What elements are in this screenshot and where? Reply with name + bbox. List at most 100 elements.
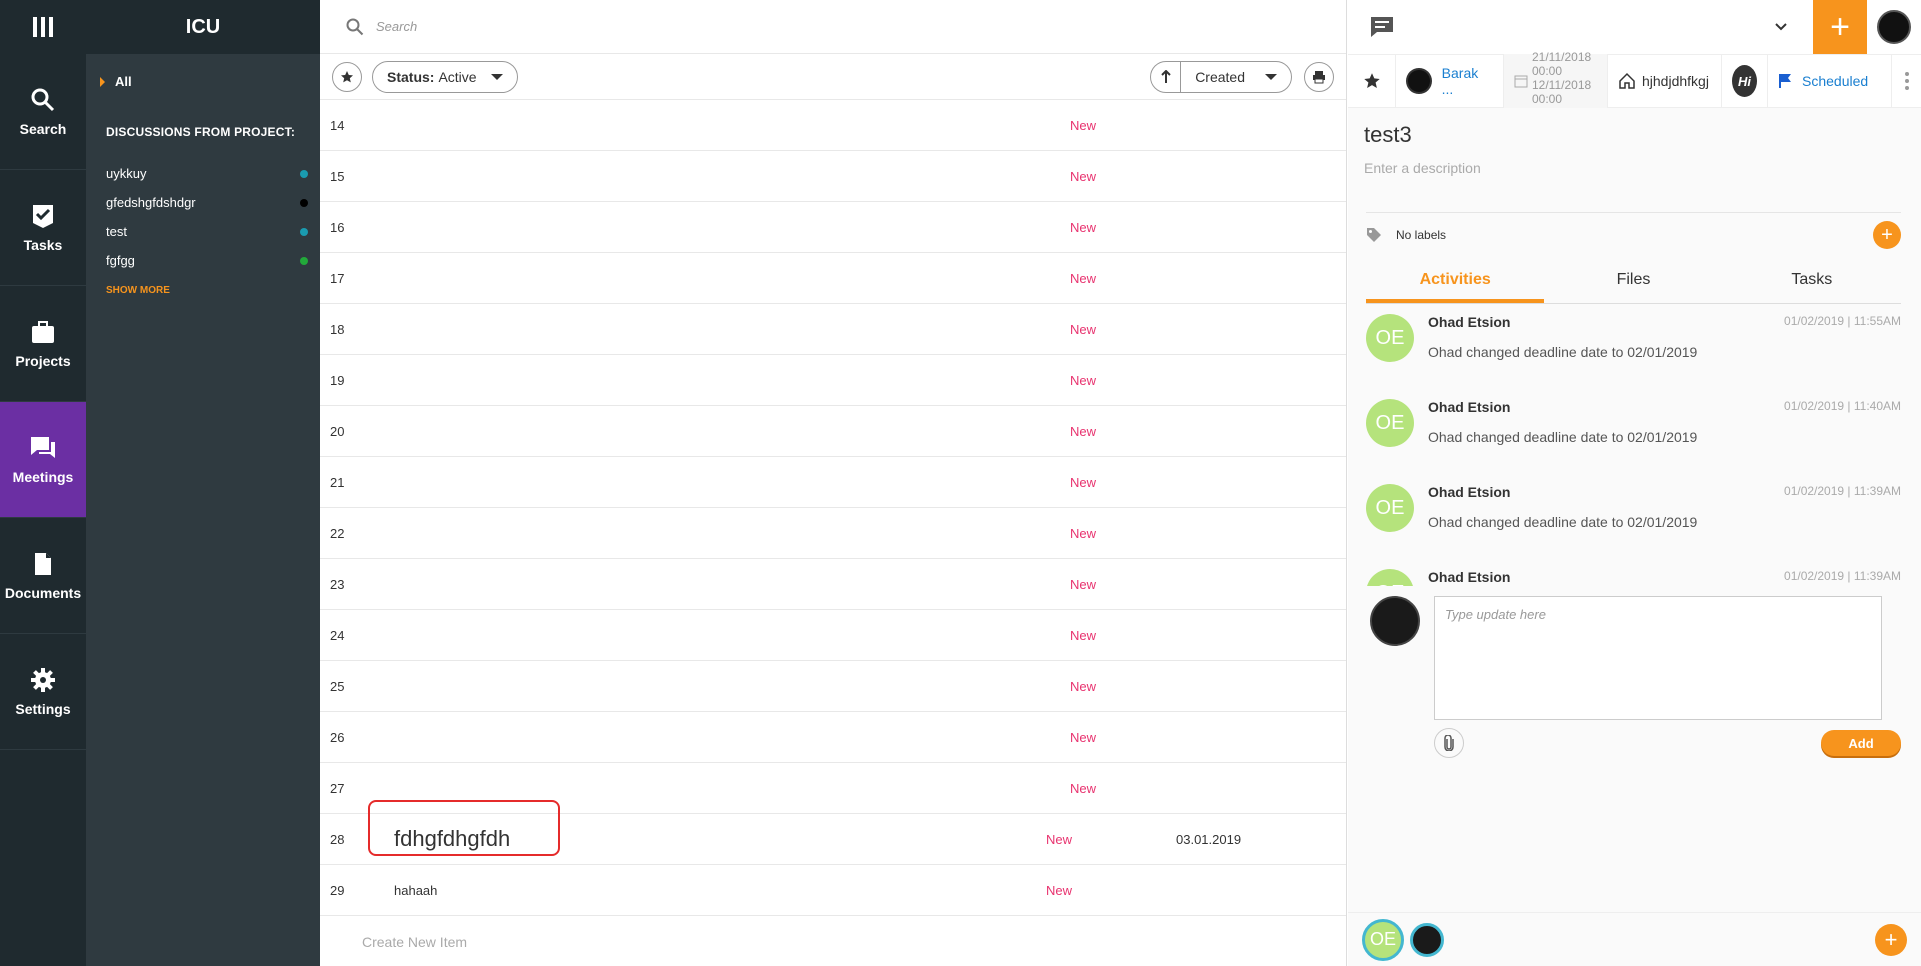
activity-time: 01/02/2019 | 11:40AM <box>1784 399 1901 413</box>
status-selector[interactable]: Scheduled <box>1768 54 1878 108</box>
table-row[interactable]: 15 New <box>320 151 1346 202</box>
table-row[interactable]: 14 New <box>320 100 1346 151</box>
activity-time: 01/02/2019 | 11:39AM <box>1784 569 1901 583</box>
row-status[interactable]: New <box>1070 118 1200 133</box>
room-badge[interactable]: Hi <box>1722 54 1768 108</box>
participant-avatar[interactable]: OE <box>1362 918 1404 961</box>
status-filter-dropdown[interactable]: Status: Active <box>372 60 518 93</box>
add-update-button[interactable]: Add <box>1821 730 1901 756</box>
table-row[interactable]: 16 New <box>320 202 1346 253</box>
row-number: 18 <box>330 321 345 337</box>
row-status[interactable]: New <box>1070 424 1200 439</box>
sort-direction-button[interactable] <box>1151 61 1182 92</box>
discussion-title[interactable]: test3 <box>1348 108 1921 148</box>
tag-icon <box>1367 228 1381 242</box>
project-item[interactable]: uykkuy <box>86 159 320 188</box>
start-time: 00:00 <box>1532 64 1563 78</box>
nav-meetings[interactable]: Meetings <box>0 402 86 518</box>
table-row-selected[interactable]: 28 fdhgfdhgfdh New 03.01.2019 <box>320 800 1346 865</box>
star-filter-button[interactable] <box>332 61 362 92</box>
more-options-button[interactable] <box>1891 54 1921 108</box>
row-status[interactable]: New <box>1070 169 1200 184</box>
project-name: hjhdjdhfkgj <box>1642 73 1709 89</box>
date-range[interactable]: 21/11/2018 00:00 12/11/2018 00:00 <box>1504 51 1608 108</box>
row-number: 15 <box>330 168 345 184</box>
project-item[interactable]: test <box>86 217 320 246</box>
avatar[interactable] <box>1877 10 1911 44</box>
nav-label: Search <box>19 120 67 137</box>
nav-settings[interactable]: Settings <box>0 634 86 750</box>
table-row[interactable]: 19 New <box>320 355 1346 406</box>
print-button[interactable] <box>1304 61 1334 92</box>
assignee-name: Barak ... <box>1441 65 1479 97</box>
nav-documents[interactable]: Documents <box>0 518 86 634</box>
filter-all[interactable]: All <box>86 54 320 89</box>
nav-label: Documents <box>4 584 82 601</box>
search-bar[interactable]: Search <box>320 0 1346 54</box>
row-status[interactable]: New <box>1070 526 1200 541</box>
search-input[interactable]: Search <box>376 19 417 34</box>
row-status[interactable]: New <box>1070 730 1200 745</box>
chat-bubble-icon[interactable] <box>1370 16 1394 38</box>
star-button[interactable] <box>1348 54 1396 108</box>
menu-button[interactable] <box>0 0 86 54</box>
row-status[interactable]: New <box>1070 475 1200 490</box>
add-label-button[interactable]: + <box>1873 221 1901 249</box>
update-textarea[interactable]: Type update here <box>1434 596 1882 720</box>
project-item[interactable]: gfedshgfdshdgr <box>86 188 320 217</box>
nav-search[interactable]: Search <box>0 54 86 170</box>
table-row[interactable]: 22 New <box>320 508 1346 559</box>
participant-avatar[interactable] <box>1410 922 1444 957</box>
row-number: 22 <box>330 525 345 541</box>
row-status[interactable]: New <box>1070 679 1200 694</box>
activity-feed[interactable]: OE Ohad Etsion 01/02/2019 | 11:55AM Ohad c… <box>1366 304 1901 586</box>
row-status[interactable]: New <box>1070 373 1200 388</box>
table-row[interactable]: 29 hahaah New <box>320 865 1346 916</box>
row-status[interactable]: New <box>1070 628 1200 643</box>
row-status[interactable]: New <box>1070 271 1200 286</box>
table-row[interactable]: 20 New <box>320 406 1346 457</box>
project-selector[interactable]: hjhdjdhfkgj <box>1608 54 1722 108</box>
nav-projects[interactable]: Projects <box>0 286 86 402</box>
table-row[interactable]: 26 New <box>320 712 1346 763</box>
description-input[interactable]: Enter a description <box>1348 148 1921 176</box>
list-toolbar: Status: Active Created <box>320 54 1346 100</box>
row-status[interactable]: New <box>1070 220 1200 235</box>
table-row[interactable]: 17 New <box>320 253 1346 304</box>
tab-files[interactable]: Files <box>1544 263 1722 303</box>
row-number: 25 <box>330 678 345 694</box>
table-row[interactable]: 21 New <box>320 457 1346 508</box>
row-status[interactable]: New <box>1070 577 1200 592</box>
check-icon <box>33 204 53 228</box>
plus-icon: + <box>1830 7 1850 46</box>
tab-tasks[interactable]: Tasks <box>1723 263 1901 303</box>
activity-item: OE Ohad Etsion 01/02/2019 | 11:40AM Ohad c… <box>1366 389 1901 474</box>
labels-text: No labels <box>1396 228 1447 242</box>
row-title-wrap[interactable]: fdhgfdhgfdh <box>368 800 1070 856</box>
detail-meta-bar: Barak ... 21/11/2018 00:00 12/11/2018 00… <box>1348 51 1921 108</box>
row-status[interactable]: New <box>1070 322 1200 337</box>
tab-activities[interactable]: Activities <box>1366 263 1545 303</box>
nav-tasks[interactable]: Tasks <box>0 170 86 286</box>
assignee-selector[interactable]: Barak ... <box>1396 54 1504 108</box>
table-row[interactable]: 18 New <box>320 304 1346 355</box>
row-title[interactable]: hahaah <box>370 883 1070 898</box>
table-row[interactable]: 23 New <box>320 559 1346 610</box>
activity-author: Ohad Etsion <box>1428 569 1511 585</box>
show-more-link[interactable]: SHOW MORE <box>86 275 320 296</box>
create-new-item[interactable]: Create New Item <box>320 916 1346 966</box>
chevron-down-icon[interactable] <box>1775 23 1787 31</box>
activity-item: OE Ohad Etsion 01/02/2019 | 11:39AM <box>1366 559 1901 586</box>
table-row[interactable]: 25 New <box>320 661 1346 712</box>
table-row[interactable]: 24 New <box>320 610 1346 661</box>
row-status[interactable]: New <box>1046 883 1176 898</box>
attach-button[interactable] <box>1434 728 1464 758</box>
add-button[interactable]: + <box>1813 0 1867 54</box>
row-status[interactable]: New <box>1070 781 1200 796</box>
row-date[interactable]: 03.01.2019 <box>1176 832 1241 847</box>
project-item[interactable]: fgfgg <box>86 246 320 275</box>
labels-row: No labels + <box>1366 212 1901 249</box>
sort-dropdown[interactable]: Created <box>1150 60 1292 93</box>
add-participant-button[interactable]: + <box>1875 923 1907 956</box>
paperclip-icon <box>1444 735 1454 751</box>
